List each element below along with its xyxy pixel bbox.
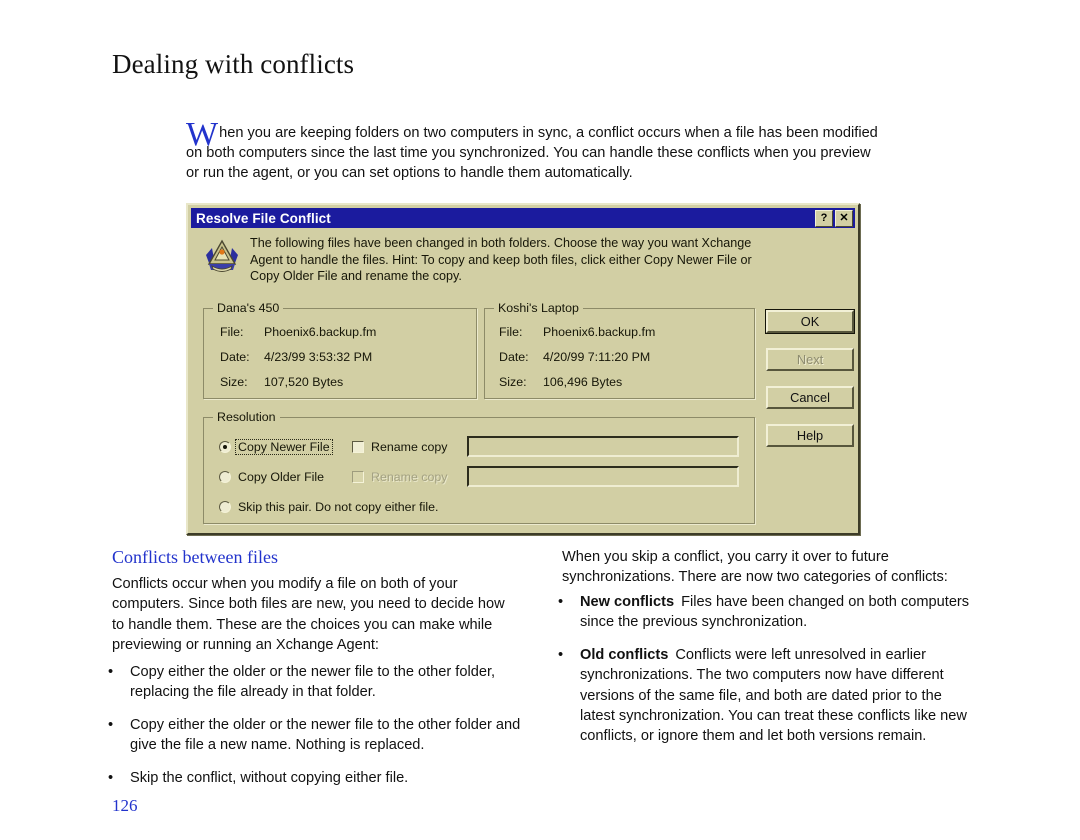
left-file-row: File: Phoenix6.backup.fm [220,325,376,339]
right-date-value: 4/20/99 7:11:20 PM [543,350,651,364]
left-size-row: Size: 107,520 Bytes [220,375,343,389]
list-item-text: New conflicts Files have been changed on … [580,592,980,633]
checkbox-indicator [352,471,364,483]
bullet-icon: • [108,664,114,680]
checkbox-rename-copy-1[interactable]: Rename copy [352,440,447,454]
intro-paragraph: When you are keeping folders on two comp… [186,116,886,184]
list-item: • Old conflicts Conflicts were left unres… [555,645,980,747]
list-item: • Copy either the older or the newer fil… [105,662,525,703]
list-item-lead: New conflicts [580,594,675,610]
checkbox-rename-copy-2: Rename copy [352,470,447,484]
page-title: Dealing with conflicts [112,49,355,79]
resolution-legend: Resolution [213,410,280,424]
bullet-icon: • [108,716,114,733]
left-date-row: Date: 4/23/99 3:53:32 PM [220,350,372,364]
left-date-label: Date: [220,350,250,364]
radio-indicator[interactable] [219,471,231,483]
help-button[interactable]: Help [766,424,854,447]
dialog-title: Resolve File Conflict [196,210,331,226]
rename-copy-input-2 [467,466,739,487]
radio-copy-newer-file-label: Copy Newer File [235,439,333,455]
left-size-value: 107,520 Bytes [264,375,344,389]
right-column-paragraph: When you skip a conflict, you carry it o… [562,549,948,586]
left-column-paragraph: Conflicts occur when you modify a file o… [112,576,505,654]
intro-text: hen you are keeping folders on two compu… [186,125,878,182]
left-file-legend: Dana's 450 [213,301,284,315]
checkbox-rename-copy-1-label: Rename copy [371,440,448,454]
list-item: • Copy either the older or the newer fil… [105,715,525,756]
list-item-text: Skip the conflict, without copying eithe… [130,769,409,786]
checkbox-rename-copy-2-label: Rename copy [371,470,448,484]
next-button: Next [766,348,854,371]
page: Dealing with conflicts When you are keep… [0,0,1080,840]
bullet-icon: • [558,594,564,610]
bullet-icon: • [558,646,564,663]
radio-copy-newer-file[interactable]: Copy Newer File [219,439,333,455]
list-item: • New conflicts Files have been changed o… [555,592,980,633]
page-number: 126 [112,796,138,815]
dialog-message: The following files have been changed in… [250,236,752,284]
right-file-groupbox: Koshi's Laptop File: Phoenix6.backup.fm D… [484,301,755,399]
resolve-file-conflict-dialog: Resolve File Conflict ? ✕ The following [186,203,860,535]
radio-indicator[interactable] [219,501,231,513]
xchange-agent-warning-icon [202,237,242,277]
right-file-row: File: Phoenix6.backup.fm [499,325,655,339]
radio-copy-older-file[interactable]: Copy Older File [219,470,324,484]
ok-button[interactable]: OK [765,309,855,334]
right-file-legend: Koshi's Laptop [494,301,583,315]
cancel-button[interactable]: Cancel [766,386,854,409]
radio-indicator[interactable] [219,441,231,453]
right-size-row: Size: 106,496 Bytes [499,375,622,389]
drop-cap: W [186,116,219,153]
list-item: • Skip the conflict, without copying eit… [105,768,525,788]
left-column-bullets: • Copy either the older or the newer fil… [105,662,525,800]
list-item-text: Copy either the older or the newer file … [130,716,521,754]
left-date-value: 4/23/99 3:53:32 PM [264,350,373,364]
left-file-groupbox: Dana's 450 File: Phoenix6.backup.fm Date:… [203,301,477,399]
help-icon[interactable]: ? [815,209,833,227]
checkbox-indicator[interactable] [352,441,364,453]
radio-skip-pair-label: Skip this pair. Do not copy either file. [238,500,439,514]
left-file-value: Phoenix6.backup.fm [264,325,377,339]
close-icon[interactable]: ✕ [835,209,853,227]
list-item-text: Copy either the older or the newer file … [130,664,496,701]
right-date-row: Date: 4/20/99 7:11:20 PM [499,350,650,364]
dialog-message-row: The following files have been changed in… [202,235,848,285]
right-size-value: 106,496 Bytes [543,375,623,389]
right-date-label: Date: [499,350,529,364]
titlebar-buttons: ? ✕ [815,209,855,227]
list-item-lead: Old conflicts [580,646,669,663]
resolution-groupbox: Resolution Copy Newer File Copy Older Fi… [203,410,755,524]
section-heading-conflicts-between-files: Conflicts between files [112,547,278,567]
right-size-label: Size: [499,375,527,389]
rename-copy-input-1[interactable] [467,436,739,457]
right-column-bullets: • New conflicts Files have been changed o… [555,592,980,759]
list-item-text: Old conflicts Conflicts were left unresol… [580,645,980,747]
dialog-titlebar[interactable]: Resolve File Conflict ? ✕ [191,208,855,228]
radio-copy-older-file-label: Copy Older File [238,470,325,484]
bullet-icon: • [108,769,114,786]
left-size-label: Size: [220,375,248,389]
right-file-label: File: [499,325,523,339]
left-file-label: File: [220,325,244,339]
radio-skip-pair[interactable]: Skip this pair. Do not copy either file. [219,500,438,514]
right-file-value: Phoenix6.backup.fm [543,325,656,339]
